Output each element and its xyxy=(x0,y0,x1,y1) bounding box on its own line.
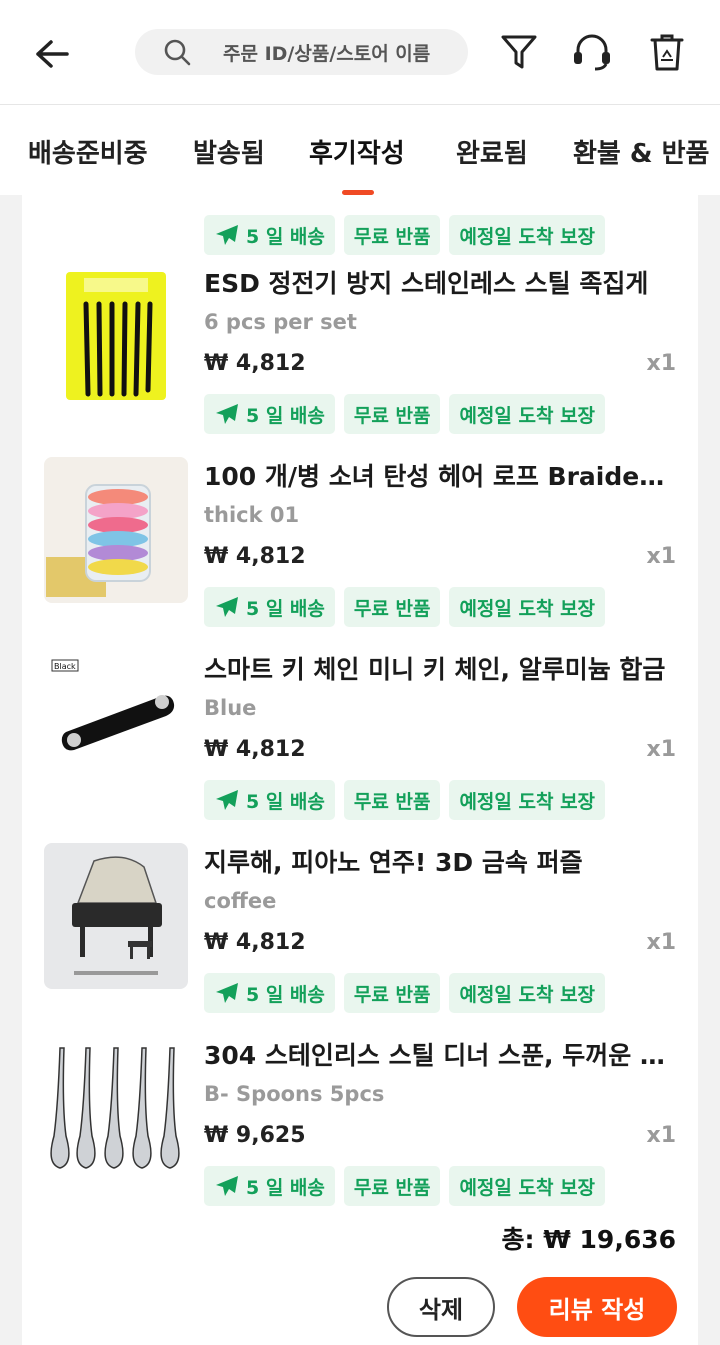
customer-service-headset-icon[interactable] xyxy=(570,30,614,74)
order-total: 총: ₩ 19,636 xyxy=(501,1225,676,1254)
shipping-badge: 5 일 배송 xyxy=(204,587,335,627)
shipping-badge: 5 일 배송 xyxy=(204,394,335,434)
product-image-piano-puzzle[interactable] xyxy=(44,843,188,989)
product-title[interactable]: ESD 정전기 방지 스테인레스 스틸 족집게 xyxy=(204,264,676,300)
airplane-icon xyxy=(214,595,240,619)
delete-button[interactable]: 삭제 xyxy=(387,1277,495,1337)
product-variant: Blue xyxy=(204,696,257,720)
arrival-guarantee-badge: 예정일 도착 보장 xyxy=(449,1166,606,1206)
product-title[interactable]: 스마트 키 체인 미니 키 체인, 알루미늄 합금 xyxy=(204,650,676,686)
arrival-guarantee-badge: 예정일 도착 보장 xyxy=(449,973,606,1013)
product-image-key-organizer[interactable]: Black xyxy=(44,650,188,796)
product-image-hair-ties[interactable] xyxy=(44,457,188,603)
product-variant: thick 01 xyxy=(204,503,300,527)
list-item[interactable]: Black 스마트 키 체인 미니 키 체인, 알루미늄 합금 Blue ₩ 4… xyxy=(22,650,698,843)
order-card: 5 일 배송 무료 반품 예정일 도착 보장 ESD 정전기 방지 스테인레스 … xyxy=(22,195,698,1345)
airplane-icon xyxy=(214,223,240,247)
arrival-guarantee-badge: 예정일 도착 보장 xyxy=(449,780,606,820)
shipping-badge: 5 일 배송 xyxy=(204,780,335,820)
product-quantity: x1 xyxy=(646,1123,677,1148)
free-return-badge: 무료 반품 xyxy=(343,587,441,627)
arrival-guarantee-badge: 예정일 도착 보장 xyxy=(449,215,606,255)
product-variant: 6 pcs per set xyxy=(204,310,357,334)
product-title[interactable]: 지루해, 피아노 연주! 3D 금속 퍼즐 xyxy=(204,843,676,879)
search-icon xyxy=(163,37,193,67)
product-variant: B- Spoons 5pcs xyxy=(204,1082,385,1106)
recycle-bin-icon[interactable] xyxy=(645,30,689,74)
free-return-badge: 무료 반품 xyxy=(343,215,441,255)
product-quantity: x1 xyxy=(646,544,677,569)
list-item[interactable]: 지루해, 피아노 연주! 3D 금속 퍼즐 coffee ₩ 4,812 x1 … xyxy=(22,843,698,1036)
filter-icon[interactable] xyxy=(497,30,541,74)
airplane-icon xyxy=(214,1174,240,1198)
badge-row: 5 일 배송 무료 반품 예정일 도착 보장 xyxy=(204,587,606,627)
product-title[interactable]: 100 개/병 소녀 탄성 헤어 로프 Braider 밴드 xyxy=(204,457,676,493)
product-price: ₩ 4,812 xyxy=(204,351,306,376)
arrival-guarantee-badge: 예정일 도착 보장 xyxy=(449,587,606,627)
shipping-badge: 5 일 배송 xyxy=(204,215,335,255)
search-input[interactable]: 주문 ID/상품/스토어 이름 xyxy=(135,29,468,75)
badge-row: 5 일 배송 무료 반품 예정일 도착 보장 xyxy=(204,780,606,820)
badge-row: 5 일 배송 무료 반품 예정일 도착 보장 xyxy=(204,394,606,434)
list-item[interactable]: 304 스테인리스 스틸 디너 스푼, 두꺼운 숟가락 B- Spoons 5p… xyxy=(22,1036,698,1229)
shipping-badge: 5 일 배송 xyxy=(204,1166,335,1206)
back-arrow-icon[interactable] xyxy=(28,30,76,78)
badge-row: 5 일 배송 무료 반품 예정일 도착 보장 xyxy=(204,973,606,1013)
product-price: ₩ 4,812 xyxy=(204,544,306,569)
product-variant: coffee xyxy=(204,889,277,913)
arrival-guarantee-badge: 예정일 도착 보장 xyxy=(449,394,606,434)
product-price: ₩ 4,812 xyxy=(204,737,306,762)
product-quantity: x1 xyxy=(646,930,677,955)
list-item[interactable]: 100 개/병 소녀 탄성 헤어 로프 Braider 밴드 thick 01 … xyxy=(22,457,698,650)
product-image-tweezers[interactable] xyxy=(44,264,188,410)
product-title[interactable]: 304 스테인리스 스틸 디너 스푼, 두꺼운 숟가락 xyxy=(204,1036,676,1072)
search-placeholder: 주문 ID/상품/스토어 이름 xyxy=(223,42,431,65)
free-return-badge: 무료 반품 xyxy=(343,1166,441,1206)
free-return-badge: 무료 반품 xyxy=(343,394,441,434)
shipping-badge: 5 일 배송 xyxy=(204,973,335,1013)
free-return-badge: 무료 반품 xyxy=(343,780,441,820)
badge-row: 5 일 배송 무료 반품 예정일 도착 보장 xyxy=(204,1166,606,1206)
image-label-text: Black xyxy=(54,662,76,671)
badge-row: 5 일 배송 무료 반품 예정일 도착 보장 xyxy=(204,215,606,255)
product-image-spoons[interactable] xyxy=(44,1036,188,1182)
airplane-icon xyxy=(214,402,240,426)
airplane-icon xyxy=(214,981,240,1005)
list-item[interactable]: ESD 정전기 방지 스테인레스 스틸 족집게 6 pcs per set ₩ … xyxy=(22,264,698,457)
product-price: ₩ 4,812 xyxy=(204,930,306,955)
free-return-badge: 무료 반품 xyxy=(343,973,441,1013)
product-price: ₩ 9,625 xyxy=(204,1123,306,1148)
write-review-button[interactable]: 리뷰 작성 xyxy=(517,1277,677,1337)
airplane-icon xyxy=(214,788,240,812)
list-item[interactable]: 5 일 배송 무료 반품 예정일 도착 보장 xyxy=(22,85,698,278)
product-quantity: x1 xyxy=(646,737,677,762)
product-quantity: x1 xyxy=(646,351,677,376)
